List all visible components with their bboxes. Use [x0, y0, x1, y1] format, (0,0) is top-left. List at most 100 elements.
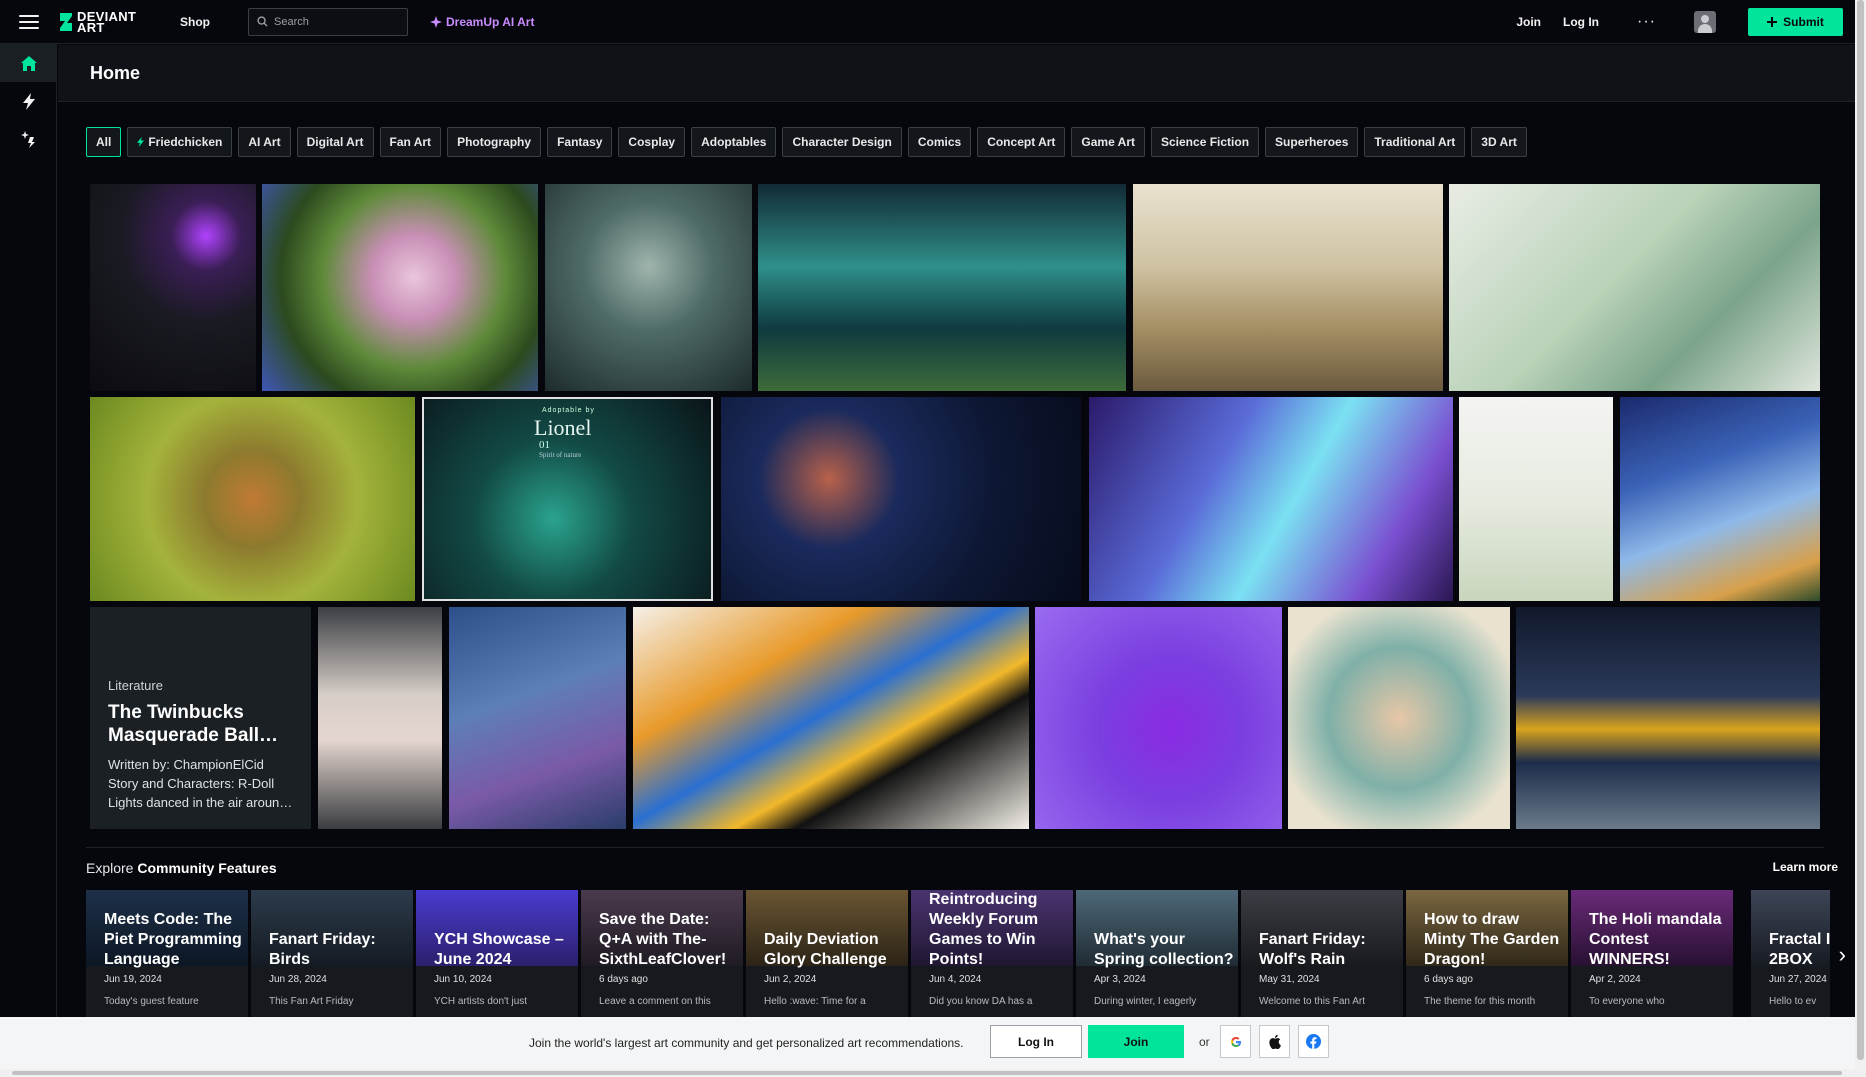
feature-card[interactable]: How to draw Minty The Garden Dragon! 6 da…	[1406, 890, 1568, 1020]
chip-comics[interactable]: Comics	[907, 127, 972, 157]
chip-all[interactable]: All	[86, 127, 122, 157]
chip-game-art[interactable]: Game Art	[1071, 127, 1145, 157]
top-bar: DEVIANT ART Shop DreamUp AI Art Join Log…	[0, 0, 1855, 44]
artwork-umbrella-figure[interactable]	[1459, 397, 1613, 601]
chip-digital-art[interactable]: Digital Art	[296, 127, 374, 157]
facebook-icon	[1306, 1034, 1321, 1049]
artwork-purple-bear-hug[interactable]	[1035, 607, 1282, 829]
chip-3d-art[interactable]: 3D Art	[1471, 127, 1527, 157]
artwork-lilac-flowers[interactable]	[262, 184, 538, 391]
feature-date: May 31, 2024	[1259, 974, 1320, 985]
apple-login-button[interactable]	[1259, 1025, 1290, 1058]
sidebar-item-home[interactable]	[0, 44, 57, 82]
artwork-girl-and-fox[interactable]	[449, 607, 626, 829]
feature-card[interactable]: Reintroducing Weekly Forum Games to Win …	[911, 890, 1073, 1020]
page-title: Home	[90, 62, 141, 83]
feature-card[interactable]: YCH Showcase – June 2024 Jun 10, 2024 YCH …	[416, 890, 578, 1020]
artwork-woman-portrait[interactable]	[1288, 607, 1510, 829]
feature-card[interactable]: Fanart Friday: Wolf's Rain May 31, 2024 We…	[1241, 890, 1403, 1020]
artwork-lionel-adoptable[interactable]: Adoptable by Lionel 01 Spirit of nature	[422, 397, 713, 601]
sidebar-item-dreamup[interactable]	[0, 120, 57, 158]
feature-title: Reintroducing Weekly Forum Games to Win …	[929, 891, 1039, 968]
avatar[interactable]	[1694, 10, 1716, 33]
learn-more-link[interactable]: Learn more	[1773, 860, 1838, 874]
chip-science-fiction[interactable]: Science Fiction	[1151, 127, 1260, 157]
feature-card[interactable]: The Holi mandala Contest WINNERS! Apr 2, …	[1571, 890, 1733, 1020]
feature-card[interactable]: Meets Code: The Piet Programming Languag…	[86, 890, 248, 1020]
deviantart-logo[interactable]: DEVIANT ART	[59, 10, 139, 34]
google-icon	[1230, 1036, 1241, 1047]
lionel-small-text: Adoptable by	[542, 407, 595, 414]
chip-character-design[interactable]: Character Design	[782, 127, 902, 157]
feature-title: Fractal Interview 2BOX	[1769, 931, 1830, 968]
feature-desc: During winter, I eagerly	[1094, 996, 1197, 1007]
chip-fan-art[interactable]: Fan Art	[379, 127, 442, 157]
feature-card[interactable]: Save the Date: Q+A with The-SixthLeafClo…	[581, 890, 743, 1020]
feature-title: Save the Date: Q+A with The-SixthLeafClo…	[599, 911, 727, 968]
feature-card[interactable]: What's your Spring collection? Apr 3, 202…	[1076, 890, 1238, 1020]
sidebar-item-activity[interactable]	[0, 82, 57, 120]
artwork-dragon-sketch[interactable]	[1449, 184, 1820, 391]
chip-superheroes[interactable]: Superheroes	[1265, 127, 1359, 157]
apple-icon	[1269, 1034, 1281, 1049]
literature-label: Literature	[108, 678, 163, 693]
artwork-blue-hair-girl[interactable]	[1620, 397, 1820, 601]
chip-concept-art[interactable]: Concept Art	[977, 127, 1066, 157]
chip-traditional-art[interactable]: Traditional Art	[1364, 127, 1466, 157]
plus-icon	[1767, 16, 1778, 27]
chip-label: Friedchicken	[148, 135, 223, 149]
artwork-cosmic-swirls[interactable]	[721, 397, 1081, 601]
home-icon	[20, 55, 37, 71]
feature-desc: Welcome to this Fan Art	[1259, 996, 1365, 1007]
artwork-lonely-tree[interactable]	[545, 184, 752, 391]
explore-bold: Community Features	[137, 860, 277, 876]
lionel-subtitle: Spirit of nature	[539, 451, 582, 459]
feature-card[interactable]: Fanart Friday: Birds Jun 28, 2024 This Fan…	[251, 890, 413, 1020]
literature-title: The Twinbucks Masquerade Ball…	[108, 702, 278, 746]
search-box[interactable]	[248, 7, 408, 36]
chip-photography[interactable]: Photography	[447, 127, 542, 157]
chip-friedchicken[interactable]: Friedchicken	[127, 127, 233, 157]
chip-cosplay[interactable]: Cosplay	[618, 127, 686, 157]
feature-title: The Holi mandala Contest WINNERS!	[1589, 911, 1722, 968]
artwork-golden-fish[interactable]	[1516, 607, 1820, 829]
artwork-crystal-cave[interactable]	[758, 184, 1126, 391]
artwork-jumping-spider[interactable]	[90, 397, 415, 601]
lightning-icon	[137, 137, 145, 147]
feature-card[interactable]: Fractal Interview 2BOX Jun 27, 2024 Hello …	[1751, 890, 1830, 1020]
vertical-scrollbar[interactable]	[1855, 0, 1866, 1077]
chip-ai-art[interactable]: AI Art	[238, 127, 291, 157]
banner-join-button[interactable]: Join	[1088, 1025, 1184, 1058]
carousel-next-icon[interactable]: ›	[1839, 942, 1846, 968]
join-banner-text: Join the world's largest art community a…	[529, 1036, 964, 1050]
deviantart-logo-icon	[60, 12, 72, 31]
join-link[interactable]: Join	[1516, 15, 1541, 29]
dreamup-link[interactable]: DreamUp AI Art	[430, 15, 534, 29]
facebook-login-button[interactable]	[1298, 1025, 1329, 1058]
artwork-field-sketch[interactable]	[1133, 184, 1443, 391]
banner-login-button[interactable]: Log In	[990, 1025, 1082, 1058]
submit-label: Submit	[1783, 14, 1824, 29]
artwork-abstract-bursts[interactable]	[633, 607, 1029, 829]
literature-card[interactable]: Literature The Twinbucks Masquerade Ball…	[90, 607, 311, 829]
chip-adoptables[interactable]: Adoptables	[691, 127, 777, 157]
search-input[interactable]	[274, 15, 394, 28]
lightning-icon	[22, 92, 35, 110]
login-link[interactable]: Log In	[1563, 15, 1599, 29]
feature-card[interactable]: Daily Deviation Glory Challenge Jun 2, 20…	[746, 890, 908, 1020]
submit-button[interactable]: Submit	[1748, 7, 1843, 36]
artwork-water-goddess[interactable]	[1089, 397, 1453, 601]
category-chips: All Friedchicken AI Art Digital Art Fan …	[86, 127, 1527, 157]
chip-fantasy[interactable]: Fantasy	[547, 127, 613, 157]
feature-desc: Hello :wave: Time for a	[764, 996, 866, 1007]
feature-title: Daily Deviation Glory Challenge	[764, 931, 887, 968]
or-text: or	[1199, 1035, 1210, 1049]
more-options-icon[interactable]: ···	[1637, 13, 1656, 31]
google-login-button[interactable]	[1220, 1025, 1251, 1058]
shop-link[interactable]: Shop	[180, 15, 210, 29]
artwork-crochet-bunny[interactable]	[318, 607, 442, 829]
horizontal-scrollbar[interactable]	[0, 1069, 1855, 1077]
menu-icon[interactable]	[19, 14, 39, 29]
artwork-dark-knight[interactable]	[90, 184, 256, 391]
literature-excerpt: Written by: ChampionElCid Story and Char…	[108, 755, 293, 812]
